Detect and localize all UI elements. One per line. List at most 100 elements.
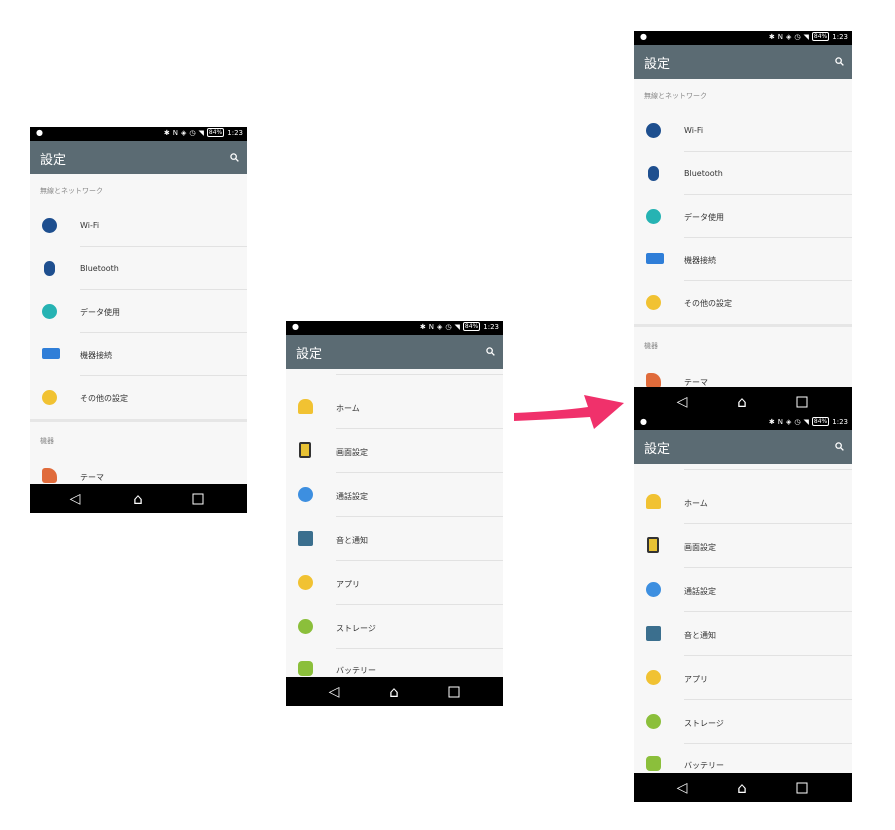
bluetooth-status-icon: ✱ — [768, 417, 775, 426]
settings-item-bluetooth[interactable]: Bluetooth — [634, 152, 852, 195]
settings-item-storage[interactable]: ストレージ — [634, 700, 852, 744]
section-header-network: 無線とネットワーク — [40, 187, 103, 195]
bluetooth-status-icon: ✱ — [419, 322, 426, 331]
battery-icon: 84% — [811, 417, 830, 426]
settings-item-sound[interactable]: 音と通知 — [634, 612, 852, 656]
app-bar: 設定 — [634, 45, 852, 79]
settings-item-theme[interactable]: テーマ — [30, 460, 247, 484]
home-button[interactable]: ⌂ — [389, 683, 399, 701]
recents-button[interactable] — [448, 686, 460, 697]
bluetooth-icon — [648, 166, 659, 181]
vibrate-icon: ◈ — [181, 128, 187, 137]
android-notification-icon: ● — [36, 128, 43, 137]
storage-icon — [646, 714, 661, 729]
vibrate-icon: ◈ — [786, 417, 792, 426]
more-settings-icon — [42, 390, 57, 405]
home-button[interactable]: ⌂ — [133, 490, 143, 508]
nav-bar: ◁ ⌂ — [634, 387, 852, 416]
settings-item-battery[interactable]: バッテリー — [634, 744, 852, 773]
apps-icon — [646, 670, 661, 685]
clock: 1:23 — [227, 128, 243, 137]
back-button[interactable]: ◁ — [677, 780, 688, 796]
theme-icon — [646, 373, 661, 387]
bluetooth-icon — [44, 261, 55, 276]
android-notification-icon: ● — [640, 417, 647, 426]
settings-item-data-usage[interactable]: データ使用 — [30, 290, 247, 333]
clock: 1:23 — [832, 417, 848, 426]
alarm-icon: ◷ — [189, 128, 196, 137]
nfc-icon: N — [777, 417, 784, 426]
home-icon — [646, 494, 661, 509]
home-button[interactable]: ⌂ — [737, 393, 747, 411]
bluetooth-status-icon: ✱ — [768, 32, 775, 41]
screenshot-right-top: ● ✱ N ◈ ◷ ◥ 84% 1:23 設定 無線とネットワーク Wi-Fi … — [634, 31, 852, 416]
app-bar: 設定 — [286, 335, 503, 369]
settings-item-device-connection[interactable]: 機器接続 — [30, 333, 247, 376]
device-connection-icon — [42, 348, 60, 359]
settings-item-display[interactable]: 画面設定 — [634, 524, 852, 568]
home-button[interactable]: ⌂ — [737, 779, 747, 797]
arrow-icon — [514, 395, 624, 429]
clock: 1:23 — [832, 32, 848, 41]
back-button[interactable]: ◁ — [677, 394, 688, 410]
search-icon[interactable] — [835, 442, 844, 451]
call-settings-icon — [646, 582, 661, 597]
search-icon[interactable] — [230, 153, 239, 162]
status-bar: ● ✱ N ◈ ◷ ◥ 84% 1:23 — [30, 127, 247, 141]
settings-item-sound[interactable]: 音と通知 — [286, 517, 503, 561]
nav-bar: ◁ ⌂ — [30, 484, 247, 513]
screenshot-right-bottom: ● ✱ N ◈ ◷ ◥ 84% 1:23 設定 ホーム 画面設定 通話設定 音と… — [634, 416, 852, 802]
recents-button[interactable] — [796, 782, 808, 793]
settings-item-home[interactable]: ホーム — [634, 480, 852, 524]
search-icon[interactable] — [486, 347, 495, 356]
recents-button[interactable] — [796, 396, 808, 407]
section-header-device: 機器 — [40, 437, 54, 445]
storage-icon — [298, 619, 313, 634]
wifi-status-icon: ◥ — [198, 128, 204, 137]
android-notification-icon: ● — [640, 32, 647, 41]
alarm-icon: ◷ — [445, 322, 452, 331]
nfc-icon: N — [777, 32, 784, 41]
settings-item-apps[interactable]: アプリ — [286, 561, 503, 605]
call-settings-icon — [298, 487, 313, 502]
page-title: 設定 — [644, 57, 671, 72]
apps-icon — [298, 575, 313, 590]
vibrate-icon: ◈ — [786, 32, 792, 41]
settings-item-call[interactable]: 通話設定 — [286, 473, 503, 517]
back-button[interactable]: ◁ — [329, 684, 340, 700]
wifi-status-icon: ◥ — [803, 32, 809, 41]
nfc-icon: N — [172, 128, 179, 137]
battery-icon — [646, 756, 661, 771]
settings-item-device-connection[interactable]: 機器接続 — [634, 238, 852, 281]
device-connection-icon — [646, 253, 664, 264]
status-bar: ● ✱ N ◈ ◷ ◥ 84% 1:23 — [634, 31, 852, 45]
nav-bar: ◁ ⌂ — [286, 677, 503, 706]
settings-item-apps[interactable]: アプリ — [634, 656, 852, 700]
settings-item-call[interactable]: 通話設定 — [634, 568, 852, 612]
settings-item-data-usage[interactable]: データ使用 — [634, 195, 852, 238]
bluetooth-status-icon: ✱ — [163, 128, 170, 137]
app-bar: 設定 — [30, 141, 247, 174]
settings-item-storage[interactable]: ストレージ — [286, 605, 503, 649]
sound-icon — [646, 626, 661, 641]
battery-icon: 84% — [811, 32, 830, 41]
settings-item-wifi[interactable]: Wi-Fi — [634, 109, 852, 152]
nfc-icon: N — [428, 322, 435, 331]
back-button[interactable]: ◁ — [70, 491, 81, 507]
vibrate-icon: ◈ — [437, 322, 443, 331]
settings-item-wifi[interactable]: Wi-Fi — [30, 204, 247, 247]
settings-item-bluetooth[interactable]: Bluetooth — [30, 247, 247, 290]
recents-button[interactable] — [192, 493, 204, 504]
home-icon — [298, 399, 313, 414]
data-usage-icon — [42, 304, 57, 319]
settings-item-display[interactable]: 画面設定 — [286, 429, 503, 473]
settings-item-more-settings[interactable]: その他の設定 — [634, 281, 852, 324]
alarm-icon: ◷ — [794, 32, 801, 41]
search-icon[interactable] — [835, 57, 844, 66]
battery-icon: 84% — [206, 128, 225, 137]
settings-item-theme[interactable]: テーマ — [634, 365, 852, 387]
settings-item-more-settings[interactable]: その他の設定 — [30, 376, 247, 419]
settings-item-battery[interactable]: バッテリー — [286, 649, 503, 677]
settings-item-home[interactable]: ホーム — [286, 385, 503, 429]
display-icon — [647, 537, 659, 553]
